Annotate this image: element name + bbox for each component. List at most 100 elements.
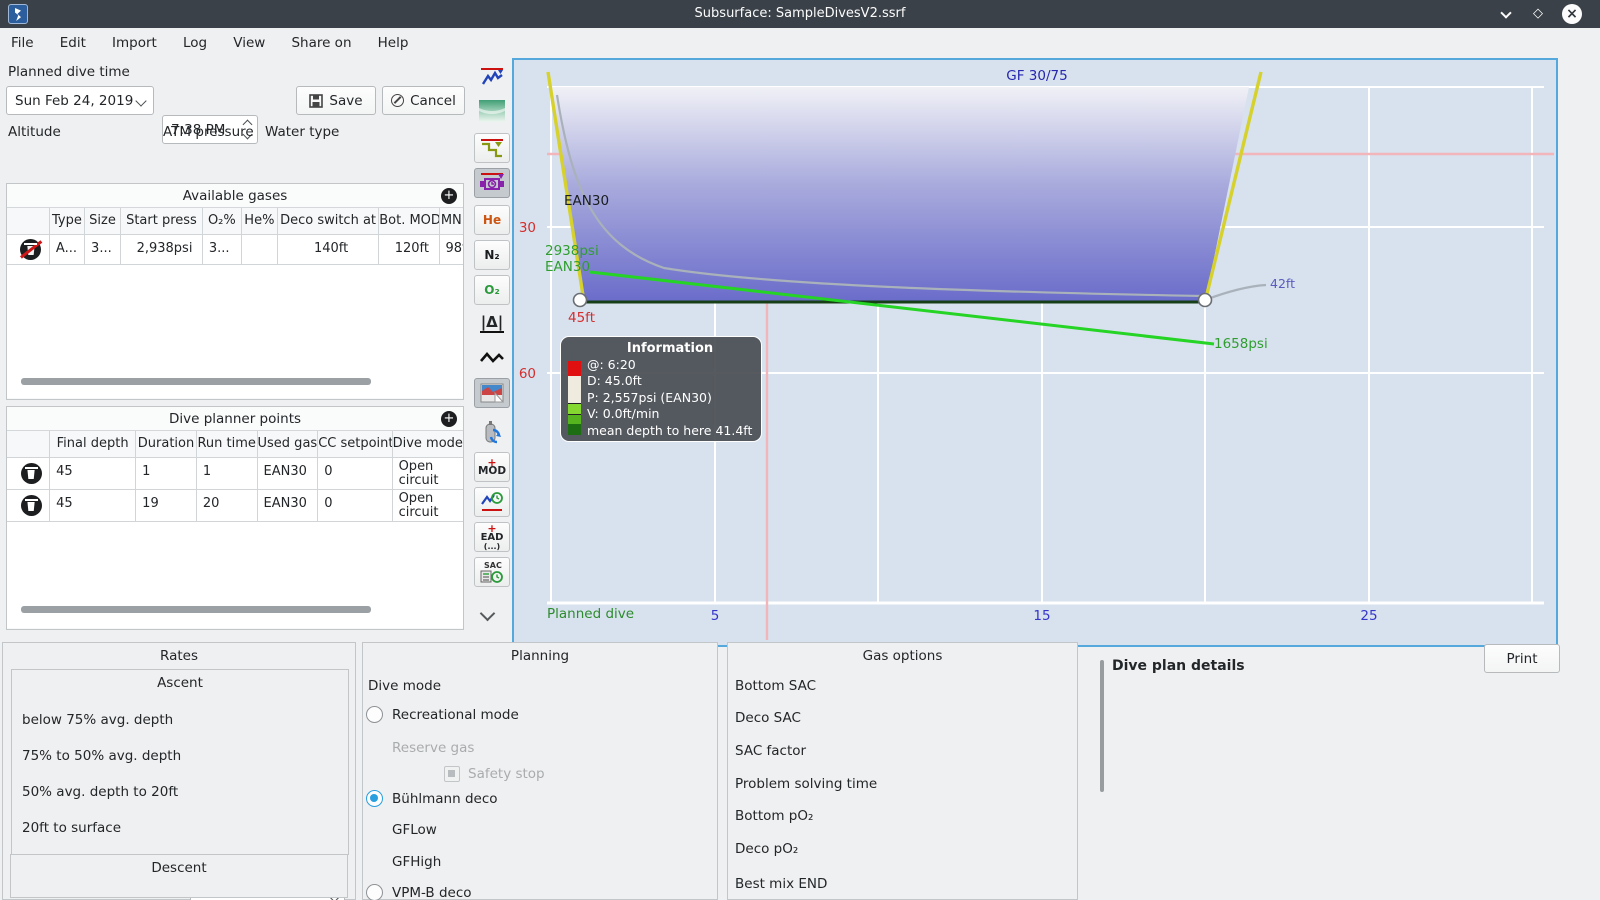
gases-header-o2[interactable]: O₂% — [202, 208, 242, 234]
menu-log[interactable]: Log — [183, 35, 207, 51]
point-gas-cell[interactable]: EAN30 — [258, 458, 319, 489]
heartrate-toggle[interactable] — [474, 343, 510, 373]
gases-header-startpress[interactable]: Start press — [121, 208, 203, 234]
menu-help[interactable]: Help — [378, 35, 409, 51]
dive-plan-details-title: Dive plan details — [1112, 658, 1245, 674]
increment-time-toggle[interactable] — [474, 168, 510, 198]
point-setpoint-cell[interactable]: 0 — [318, 458, 393, 489]
mean-depth-label: 42ft — [1270, 276, 1295, 291]
menu-import[interactable]: Import — [112, 35, 157, 51]
dive-mode-label: Dive mode — [368, 678, 442, 694]
gas-size-cell[interactable]: 3... — [85, 235, 122, 264]
pane-splitter[interactable] — [1100, 660, 1104, 792]
o2-graph-toggle[interactable]: O₂ — [474, 275, 510, 305]
points-header-runtime[interactable]: Run time — [196, 431, 258, 457]
gases-header-decoswitch[interactable]: Deco switch at — [277, 208, 380, 234]
profile-handle[interactable] — [1197, 292, 1213, 308]
save-button[interactable]: Save — [296, 86, 376, 115]
ead-icon: EAD — [480, 531, 504, 543]
available-gases-title: Available gases + — [7, 184, 463, 208]
points-header-gas[interactable]: Used gas — [257, 431, 319, 457]
gases-header-type[interactable]: Type — [49, 208, 85, 234]
point-mode-cell[interactable]: Open circuit — [393, 458, 463, 489]
point-depth-cell[interactable]: 45 — [50, 458, 137, 489]
points-row[interactable]: 45 19 20 EAN30 0 Open circuit — [7, 490, 463, 522]
point-gas-cell[interactable]: EAN30 — [258, 490, 319, 521]
profile-fill — [551, 87, 1249, 302]
profile-handle[interactable] — [572, 292, 588, 308]
gases-header-row: Type Size Start press O₂% He% Deco switc… — [7, 208, 463, 235]
altitude-label: Altitude — [8, 124, 61, 140]
radio-icon[interactable] — [366, 884, 383, 900]
gfhigh-label: GFHigh — [392, 854, 442, 870]
water-gradient-icon[interactable] — [474, 96, 510, 126]
ead-toggle[interactable]: + EAD (...) — [474, 522, 510, 552]
toolbar-scroll-down[interactable] — [479, 605, 502, 624]
menu-share-on[interactable]: Share on — [291, 35, 351, 51]
points-horizontal-scrollbar[interactable] — [21, 606, 371, 613]
gas-startpress-cell[interactable]: 2,938psi — [121, 235, 203, 264]
mod-toggle[interactable]: + MOD — [474, 452, 510, 482]
delete-point-icon[interactable] — [20, 463, 42, 484]
point-setpoint-cell[interactable]: 0 — [318, 490, 393, 521]
gas-botmod-cell[interactable]: 120ft — [379, 235, 440, 264]
gas-mnd-cell[interactable]: 98f — [440, 235, 463, 264]
dc-ceiling-toggle[interactable] — [474, 487, 510, 517]
po2-graph-toggle[interactable] — [474, 63, 510, 93]
point-depth-cell[interactable]: 45 — [50, 490, 137, 521]
buhlmann-deco-label: Bühlmann deco — [392, 790, 498, 807]
he-graph-toggle[interactable]: He — [474, 205, 510, 235]
point-runtime-cell[interactable]: 1 — [197, 458, 258, 489]
points-header-mode[interactable]: Dive mode — [392, 431, 463, 457]
save-label: Save — [329, 92, 363, 109]
close-icon[interactable]: × — [1562, 4, 1582, 24]
menu-bar: File Edit Import Log View Share on Help — [0, 28, 1600, 58]
menu-edit[interactable]: Edit — [60, 35, 86, 51]
print-button[interactable]: Print — [1484, 644, 1560, 673]
gas-decoswitch-cell[interactable]: 140ft — [278, 235, 380, 264]
points-header-setpoint[interactable]: CC setpoint — [318, 431, 393, 457]
gases-horizontal-scrollbar[interactable] — [21, 378, 371, 385]
ascent-title: Ascent — [157, 675, 203, 691]
minimize-icon[interactable] — [1496, 4, 1516, 24]
save-icon — [309, 93, 324, 108]
gases-header-he[interactable]: He% — [241, 208, 278, 234]
radio-checked-icon[interactable] — [366, 790, 383, 807]
vpmb-deco-option[interactable]: VPM-B deco — [366, 884, 472, 900]
gf-label: GF 30/75 — [1006, 68, 1067, 84]
cancel-button[interactable]: Cancel — [382, 86, 465, 115]
gases-header-mnd[interactable]: MN — [439, 208, 463, 234]
menu-file[interactable]: File — [11, 35, 34, 51]
point-mode-cell[interactable]: Open circuit — [393, 490, 463, 521]
point-duration-cell[interactable]: 1 — [136, 458, 197, 489]
delete-gas-icon[interactable] — [20, 239, 43, 260]
tissues-toggle[interactable]: |Δ| — [474, 308, 510, 338]
photos-toggle[interactable] — [474, 378, 510, 408]
points-header-duration[interactable]: Duration — [136, 431, 197, 457]
maximize-icon[interactable]: ◇ — [1528, 4, 1548, 24]
sac-toggle[interactable]: SAC — [474, 557, 510, 587]
buhlmann-deco-option[interactable]: Bühlmann deco — [366, 790, 498, 807]
gas-o2-cell[interactable]: 3... — [203, 235, 242, 264]
recreational-mode-option[interactable]: Recreational mode — [366, 706, 519, 723]
points-row[interactable]: 45 1 1 EAN30 0 Open circuit — [7, 458, 463, 490]
point-runtime-cell[interactable]: 20 — [197, 490, 258, 521]
gas-segment-label: EAN30 — [564, 193, 609, 209]
tank-bar-toggle[interactable] — [474, 418, 510, 448]
available-gases-title-text: Available gases — [182, 188, 288, 204]
add-point-button[interactable]: + — [441, 411, 457, 427]
n2-graph-toggle[interactable]: N₂ — [474, 240, 510, 270]
menu-view[interactable]: View — [233, 35, 265, 51]
date-combobox[interactable]: Sun Feb 24, 2019 — [6, 86, 154, 115]
points-header-depth[interactable]: Final depth — [50, 431, 137, 457]
gases-header-size[interactable]: Size — [84, 208, 122, 234]
gases-header-botmod[interactable]: Bot. MOD — [379, 208, 440, 234]
radio-icon[interactable] — [366, 706, 383, 723]
point-duration-cell[interactable]: 19 — [136, 490, 197, 521]
delete-point-icon[interactable] — [20, 495, 42, 516]
gas-he-cell[interactable] — [242, 235, 279, 264]
add-gas-button[interactable]: + — [441, 188, 457, 204]
gas-type-cell[interactable]: A... — [50, 235, 86, 264]
ceiling-toggle[interactable] — [474, 133, 510, 163]
gases-row[interactable]: A... 3... 2,938psi 3... 140ft 120ft 98f — [7, 235, 463, 265]
